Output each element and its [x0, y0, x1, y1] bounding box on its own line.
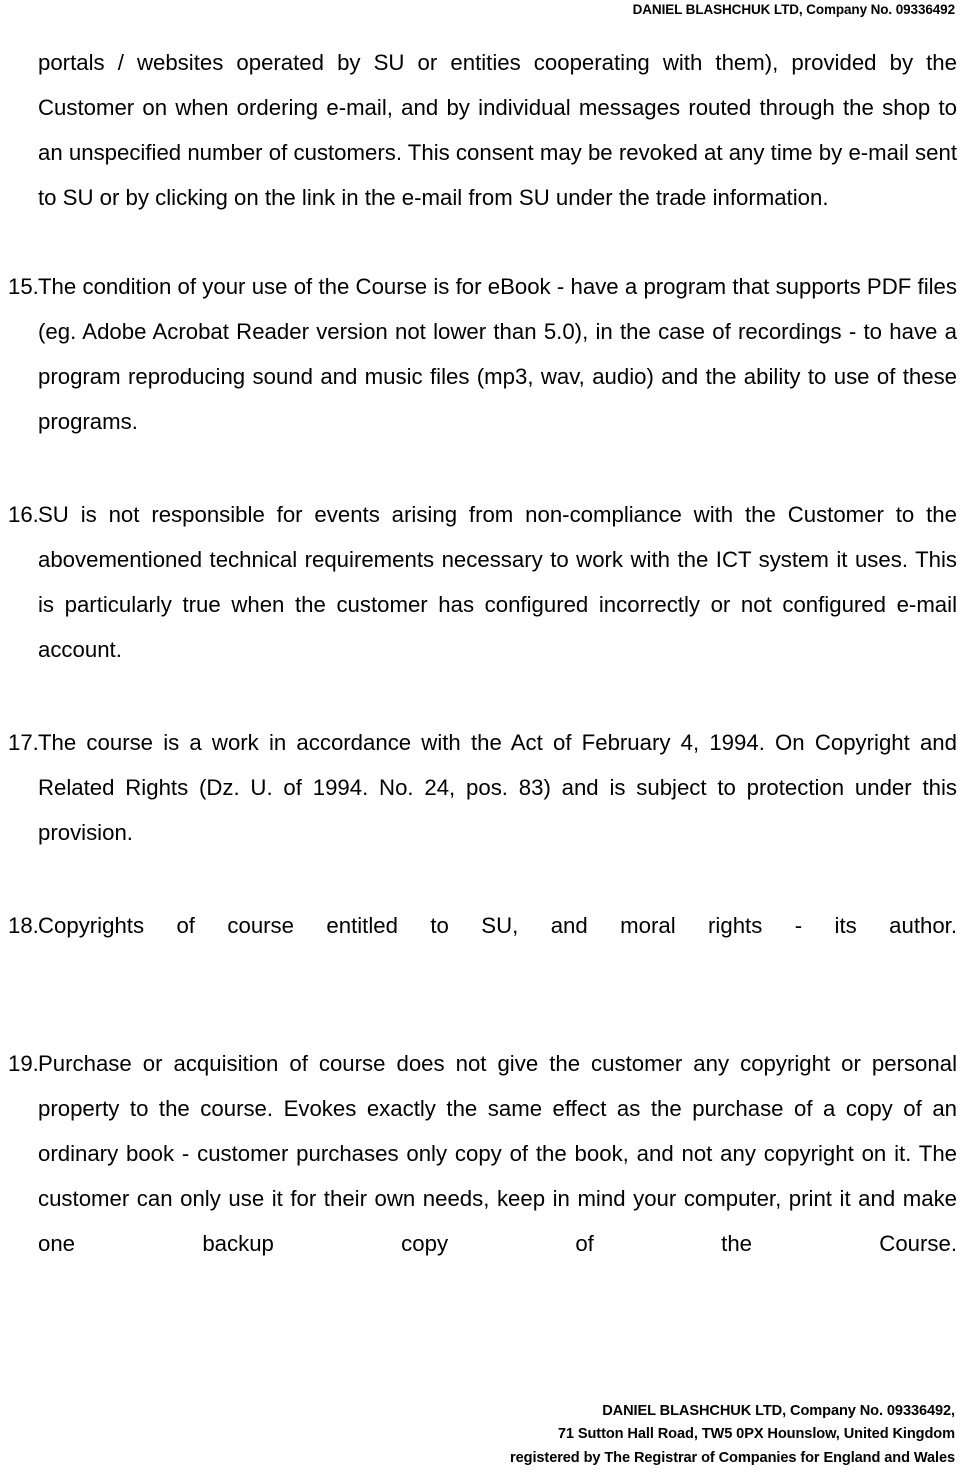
list-item-marker: 15.: [8, 274, 39, 299]
list-item-marker: 18.: [8, 913, 39, 938]
footer-address-line: 71 Sutton Hall Road, TW5 0PX Hounslow, U…: [557, 1426, 955, 1442]
list-item-marker: 16.: [8, 502, 39, 527]
list-item-text: Copyrights of course entitled to SU, and…: [38, 913, 957, 938]
list-item-text: The condition of your use of the Course …: [38, 274, 957, 434]
running-footer: DANIEL BLASHCHUK LTD, Company No. 093364…: [0, 1400, 955, 1471]
document-page: DANIEL BLASHCHUK LTD, Company No. 093364…: [0, 0, 960, 1476]
list-item-marker: 19.: [8, 1051, 39, 1076]
list-item: 15. The condition of your use of the Cou…: [8, 264, 957, 444]
list-item-marker: 17.: [8, 730, 39, 755]
footer-registration-line: registered by The Registrar of Companies…: [510, 1449, 955, 1466]
document-body: portals / websites operated by SU or ent…: [8, 40, 957, 1311]
list-item: 19. Purchase or acquisition of course do…: [8, 1041, 957, 1311]
list-item-text: The course is a work in accordance with …: [38, 730, 957, 845]
list-item: 16. SU is not responsible for events ari…: [8, 492, 957, 672]
list-item: 17. The course is a work in accordance w…: [8, 720, 957, 855]
list-item-text: SU is not responsible for events arising…: [38, 502, 957, 662]
running-header: DANIEL BLASHCHUK LTD, Company No. 093364…: [632, 2, 955, 17]
continued-paragraph: portals / websites operated by SU or ent…: [38, 50, 957, 210]
footer-company-line: DANIEL BLASHCHUK LTD, Company No. 093364…: [602, 1402, 955, 1419]
list-item: 18. Copyrights of course entitled to SU,…: [8, 903, 957, 993]
list-item-text: Purchase or acquisition of course does n…: [38, 1051, 957, 1256]
